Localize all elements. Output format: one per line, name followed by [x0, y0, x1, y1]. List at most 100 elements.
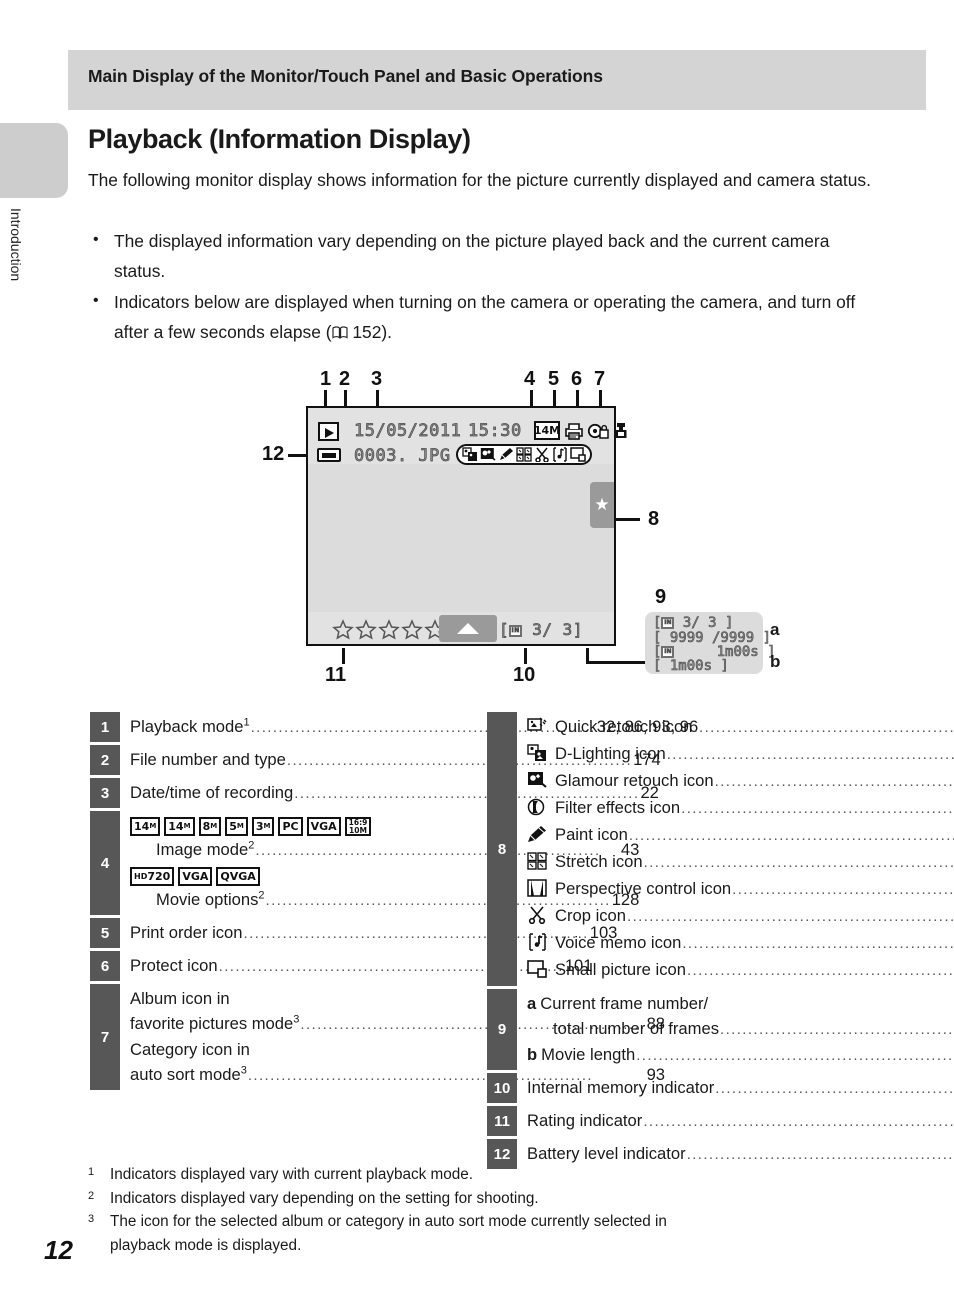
legend-body: Rating indicator .......................… [517, 1106, 954, 1136]
small-picture-icon [527, 960, 548, 978]
legend-label: Perspective control icon [555, 879, 732, 898]
show-menu-up-button[interactable] [439, 615, 497, 642]
bullet-text-2: Indicators below are displayed when turn… [114, 292, 856, 342]
callout-4: 4 [524, 368, 536, 390]
callout-3: 3 [371, 368, 383, 390]
favorite-star-tab[interactable]: ★ [590, 482, 614, 528]
footnote-2: 2 Indicators displayed vary depending on… [88, 1187, 878, 1211]
legend-number: 8 [487, 712, 517, 986]
footnote-text-continued: playback mode is displayed. [110, 1236, 302, 1254]
legend-label: Playback mode1 [130, 714, 250, 739]
table-row: 9 a Current frame number/ total number o… [487, 989, 954, 1070]
table-row: 3 Date/time of recording ...............… [90, 778, 659, 808]
legend-number: 5 [90, 918, 120, 948]
leader-dots: ........................................… [693, 719, 954, 736]
legend-number: 3 [90, 778, 120, 808]
legend-label: Movie length [541, 1045, 636, 1064]
callout-2: 2 [339, 368, 351, 390]
legend-label: Quick retouch icon [555, 717, 693, 736]
legend-number: 11 [487, 1106, 517, 1136]
image-mode-badge: 14M [534, 421, 560, 440]
leader-line-11 [342, 648, 345, 664]
intro-bullet-list: The displayed information vary depending… [88, 225, 878, 348]
footnote-marker: 3 [240, 1064, 247, 1077]
leader-dots: ........................................… [732, 881, 954, 898]
frame-counter: [ 3/ 3] [499, 620, 583, 640]
voice-memo-icon [527, 933, 548, 951]
legend-label: Crop icon [555, 906, 627, 925]
table-row: 8 Quick retouch icon ...................… [487, 712, 954, 986]
recording-time: 15:30 [468, 421, 522, 442]
file-number-and-type: 0003. JPG [354, 446, 451, 467]
footnote-text: Indicators displayed vary depending on t… [110, 1189, 539, 1207]
image-mode-14m-star-icon: 14 M [130, 817, 161, 836]
legend-entry: Glamour retouch icon ...................… [527, 768, 954, 795]
list-item: Indicators below are displayed when turn… [88, 286, 878, 347]
footnote-marker: 1 [243, 716, 250, 729]
voice-memo-icon [552, 447, 568, 462]
legend-entry: Voice memo icon ........................… [527, 930, 954, 957]
legend-entry: D-Lighting icon ........................… [527, 741, 954, 768]
footnote-marker: 2 [88, 1189, 95, 1202]
legend-label: Current frame number/ [540, 994, 709, 1013]
legend-number: 6 [90, 951, 120, 981]
legend-label: Album icon in [130, 989, 230, 1008]
album-category-icon [612, 421, 630, 440]
table-row: 7 Album icon in favorite pictures mode3 … [90, 984, 665, 1090]
frame-count-callout-box: [ 3/ 3 ] [ 9999 /9999 ] [ 1m00s ] [ 1m00… [645, 612, 776, 675]
legend-entry: Small picture icon .....................… [527, 957, 954, 984]
stretch-icon [527, 852, 548, 870]
image-mode-pc-icon: PC [278, 817, 303, 836]
retouch-icons-strip [456, 444, 592, 465]
image-mode-16-9-10m-icon: 16:9 10M [344, 817, 372, 836]
glamour-retouch-icon [480, 447, 496, 462]
nine-box-label-b: b [770, 652, 781, 671]
legend-label: favorite pictures mode3 [130, 1011, 299, 1036]
legend-label: Voice memo icon [555, 933, 682, 952]
list-item: The displayed information vary depending… [88, 225, 878, 286]
image-mode-14m-icon: 14 M [164, 817, 195, 836]
callout-6: 6 [571, 368, 583, 390]
stretch-icon [516, 447, 532, 462]
leader-dots: ........................................… [666, 746, 954, 763]
legend-label: Movie options2 [156, 887, 265, 912]
table-row: 4 14 M 14 M 8M 5M 3M PC VGA 16:9 10M Image … [90, 811, 639, 915]
movie-option-vga-icon: VGA [178, 867, 213, 886]
legend-entry: Rating indicator .......................… [527, 1108, 954, 1134]
crop-icon [527, 906, 548, 924]
footnotes-block: 1 Indicators displayed vary with current… [88, 1163, 878, 1257]
bullet-text-1: The displayed information vary depending… [114, 231, 830, 281]
battery-level-icon [317, 448, 341, 462]
legend-label: Print order icon [130, 923, 243, 942]
bullet-2-tail: ). [381, 322, 392, 342]
legend-label: total number of frames [553, 1019, 720, 1038]
legend-label: auto sort mode3 [130, 1062, 247, 1087]
paint-icon [527, 825, 548, 843]
page-number: 12 [44, 1235, 73, 1265]
leader-dots: ........................................… [714, 773, 954, 790]
callout-9: 9 [655, 586, 667, 608]
table-row: 5 Print order icon .....................… [90, 918, 617, 948]
legend-number: 7 [90, 984, 120, 1090]
d-lighting-icon [462, 447, 478, 462]
nine-a1-bracket: [ [653, 615, 662, 632]
legend-label: Protect icon [130, 956, 218, 975]
legend-body: a Current frame number/ total number of … [517, 989, 954, 1070]
nine-line-a1: [ 3/ 3 ] [653, 615, 734, 632]
intro-paragraph: The following monitor display shows info… [88, 170, 871, 190]
nine-line-b2: [ 1m00s ] [653, 658, 729, 675]
legend-entry: total number of frames .................… [527, 1016, 954, 1042]
playback-mode-icon [318, 422, 339, 441]
legend-label: Date/time of recording [130, 783, 294, 802]
leader-dots: ........................................… [627, 908, 954, 925]
rating-indicator[interactable] [332, 619, 446, 640]
leader-line-10 [524, 648, 527, 664]
footnote-3: 3 The icon for the selected album or cat… [88, 1210, 878, 1257]
sublabel-a: a [527, 994, 537, 1013]
table-row: 11 Rating indicator ....................… [487, 1106, 954, 1136]
crop-icon [534, 447, 550, 463]
d-lighting-icon [527, 744, 548, 762]
legend-label: File number and type [130, 750, 286, 769]
perspective-control-icon [527, 879, 548, 897]
legend-table-right: 8 Quick retouch icon ...................… [487, 712, 954, 1172]
